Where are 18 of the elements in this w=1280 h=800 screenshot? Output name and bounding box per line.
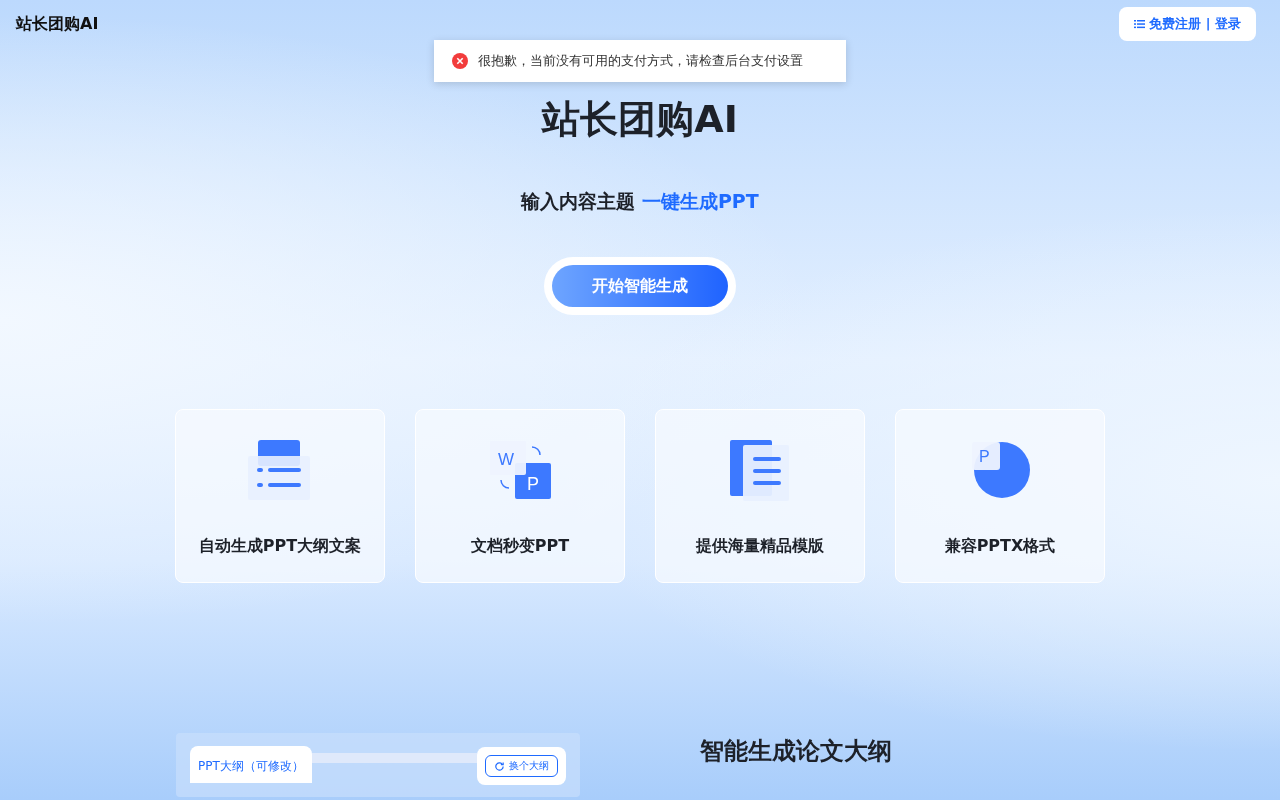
hero-title: 站长团购AI [542,96,738,143]
list-icon [1134,19,1146,29]
error-icon [452,53,468,69]
section-title: 智能生成论文大纲 [700,736,892,767]
register-login-button[interactable]: 免费注册 | 登录 [1119,7,1256,41]
brand-logo-text[interactable]: 站长团购AI [16,13,99,35]
hero-subtitle: 输入内容主题 一键生成PPT [521,189,759,214]
document-list-icon [248,438,312,502]
feature-label: 自动生成PPT大纲文案 [198,536,362,557]
start-generate-button[interactable]: 开始智能生成 [552,265,728,307]
documents-icon [728,438,792,502]
feature-label: 文档秒变PPT [470,536,570,557]
refresh-icon [494,760,505,772]
feature-label: 提供海量精品模版 [696,536,824,557]
toast-message: 很抱歉，当前没有可用的支付方式，请检查后台支付设置 [478,52,803,70]
outline-tab[interactable]: PPT大纲（可修改） [190,746,312,783]
change-outline-button[interactable]: 换个大纲 [485,755,558,777]
feature-label: 兼容PPTX格式 [944,536,1056,557]
